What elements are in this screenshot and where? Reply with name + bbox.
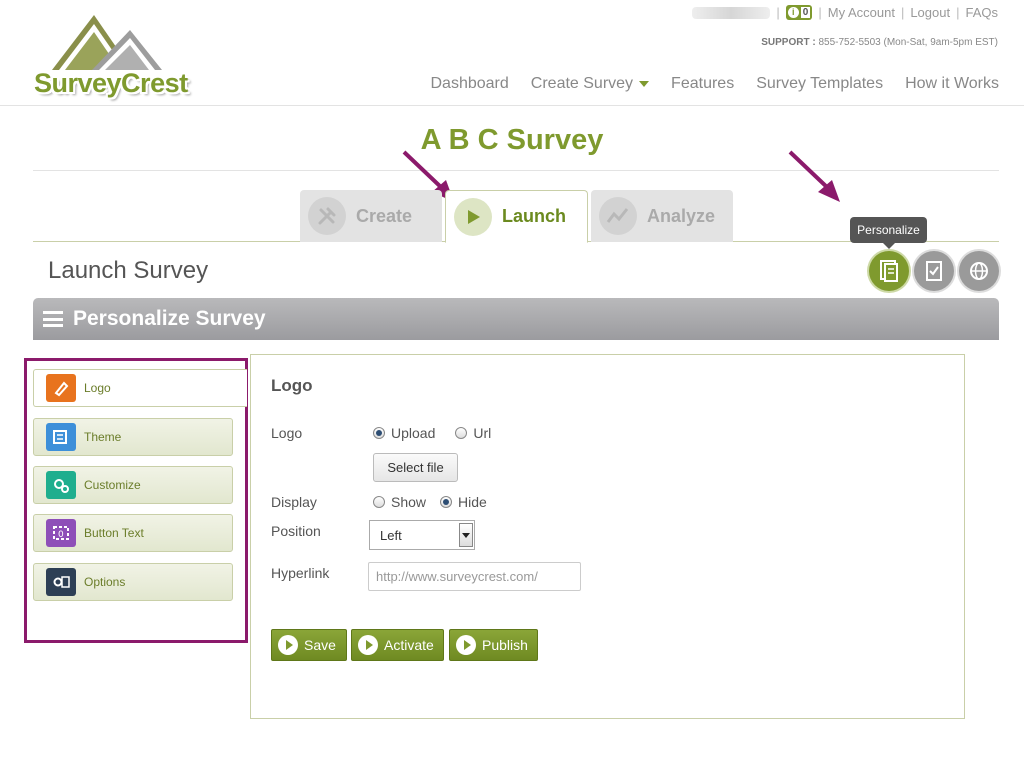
checklist-icon[interactable]: [914, 251, 954, 291]
theme-icon: [46, 423, 76, 451]
nav-create-survey[interactable]: Create Survey: [531, 75, 650, 93]
nav-dashboard[interactable]: Dashboard: [431, 75, 509, 93]
menu-icon: [43, 311, 63, 327]
chevron-down-icon: [459, 523, 473, 547]
top-links: | i 0 | My Account | Logout | FAQs: [692, 5, 998, 20]
logo-source-options: Upload Url: [373, 425, 491, 441]
play-circle-icon: [358, 635, 378, 655]
header-divider: [0, 105, 1024, 106]
tab-launch[interactable]: Launch: [445, 190, 588, 243]
support-info: SUPPORT : 855-752-5503 (Mon-Sat, 9am-5pm…: [761, 37, 998, 48]
personalize-tooltip: Personalize: [850, 217, 927, 249]
position-label: Position: [271, 523, 321, 539]
publish-button[interactable]: Publish: [449, 629, 538, 661]
chevron-down-icon: [639, 81, 650, 87]
save-button[interactable]: Save: [271, 629, 347, 661]
upload-radio[interactable]: [373, 427, 385, 439]
side-item-customize[interactable]: Customize: [33, 466, 233, 504]
tab-analyze[interactable]: Analyze: [591, 190, 733, 242]
show-radio[interactable]: [373, 496, 385, 508]
logout-link[interactable]: Logout: [910, 5, 950, 20]
chart-icon: [599, 197, 637, 235]
nav-how-it-works[interactable]: How it Works: [905, 75, 999, 93]
side-item-options[interactable]: Options: [33, 563, 233, 601]
username-redacted: [692, 6, 771, 19]
position-select[interactable]: Left: [369, 520, 475, 550]
my-account-link[interactable]: My Account: [828, 5, 895, 20]
logo-edit-icon: [46, 374, 76, 402]
play-circle-icon: [278, 635, 298, 655]
customize-icon: [46, 471, 76, 499]
page-title: Launch Survey: [48, 257, 209, 284]
brand-name: SurveyCrest: [34, 68, 188, 98]
nav-features[interactable]: Features: [671, 75, 734, 93]
logo-label: Logo: [271, 425, 303, 441]
info-icon: i: [787, 7, 799, 18]
info-badge[interactable]: i 0: [785, 5, 813, 20]
nav-survey-templates[interactable]: Survey Templates: [756, 75, 883, 93]
display-options: Show Hide: [373, 494, 487, 510]
main-nav: Dashboard Create Survey Features Survey …: [431, 75, 1000, 93]
brand-logo[interactable]: SurveyCrest: [32, 10, 188, 98]
play-icon: [454, 197, 492, 236]
form-title: Logo: [271, 376, 313, 395]
side-item-button-text[interactable]: 0 Button Text: [33, 514, 233, 552]
faqs-link[interactable]: FAQs: [965, 5, 998, 20]
personalize-icon[interactable]: [869, 251, 909, 291]
select-file-button[interactable]: Select file: [373, 453, 458, 482]
url-radio[interactable]: [455, 427, 468, 439]
section-header: Personalize Survey: [33, 298, 999, 340]
svg-text:0: 0: [58, 530, 64, 540]
options-icon: [46, 568, 76, 596]
tools-icon: [308, 197, 346, 235]
hide-radio[interactable]: [440, 496, 453, 508]
activate-button[interactable]: Activate: [351, 629, 444, 661]
globe-icon[interactable]: [959, 251, 999, 291]
side-item-theme[interactable]: Theme: [33, 418, 233, 456]
side-item-logo[interactable]: Logo: [33, 369, 247, 407]
display-label: Display: [271, 494, 317, 510]
hyperlink-label: Hyperlink: [271, 565, 330, 581]
survey-title: A B C Survey: [420, 124, 604, 156]
play-circle-icon: [456, 635, 476, 655]
hyperlink-input[interactable]: http://www.surveycrest.com/: [368, 562, 581, 591]
button-text-icon: 0: [46, 519, 76, 547]
tab-create[interactable]: Create: [300, 190, 442, 242]
form-panel: [250, 354, 965, 719]
title-divider: [33, 170, 999, 171]
arrow-annotation: [788, 150, 840, 202]
